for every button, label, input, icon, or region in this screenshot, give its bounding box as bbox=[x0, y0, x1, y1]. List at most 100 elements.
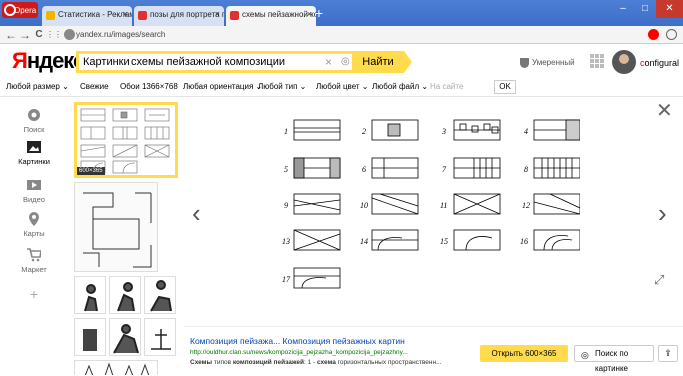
yandex-logo[interactable]: Яндекс bbox=[12, 48, 85, 73]
desc-text: : 1 - bbox=[303, 359, 317, 366]
speed-dial-button[interactable]: ⋮⋮ bbox=[46, 27, 62, 43]
thumbnail-figure-3[interactable] bbox=[144, 276, 176, 314]
thumbnail-hands[interactable] bbox=[74, 182, 158, 272]
maximize-button[interactable]: □ bbox=[634, 0, 656, 18]
search-icon bbox=[28, 109, 40, 121]
filter-fresh[interactable]: Свежие bbox=[80, 82, 109, 91]
camera-search-icon[interactable]: ◎ bbox=[341, 55, 350, 69]
site-filter-input[interactable]: На сайте bbox=[430, 82, 463, 91]
nav-label: Маркет bbox=[21, 265, 47, 274]
filter-color[interactable]: Любой цвет ⌄ bbox=[316, 82, 369, 91]
thumbnail-image bbox=[83, 192, 152, 268]
thumbnail-size-label: 600×365 bbox=[77, 167, 105, 175]
site-filter-ok-button[interactable]: OK bbox=[494, 80, 516, 94]
browser-tabbar: Opera Статистика - Рекламная с...× позы … bbox=[0, 0, 683, 26]
image-icon bbox=[27, 141, 41, 153]
source-description: Схемы типов композиций пейзажей: 1 - схе… bbox=[190, 359, 442, 366]
main-image: 1 2 3 4 5 6 7 8 9 10 11 12 13 14 15 16 1… bbox=[282, 119, 580, 289]
nav-market[interactable]: Маркет bbox=[14, 248, 54, 274]
nav-maps[interactable]: Карты bbox=[14, 212, 54, 238]
search-button-arrow bbox=[404, 51, 412, 73]
clear-search-icon[interactable]: × bbox=[325, 54, 332, 70]
diagram-number: 4 bbox=[524, 127, 528, 136]
opera-menu-button[interactable]: Opera bbox=[2, 2, 38, 18]
fullscreen-icon[interactable]: ⤢ bbox=[654, 272, 664, 288]
thumbnail-figure-2[interactable] bbox=[109, 276, 141, 314]
tab-label: Статистика - Рекламная с... bbox=[58, 10, 132, 19]
open-image-button[interactable]: Открыть 600×365 bbox=[480, 345, 568, 362]
reload-button[interactable]: C bbox=[32, 27, 46, 43]
source-url-link[interactable]: http://ouldhur.clan.su/news/kompozicija_… bbox=[190, 349, 408, 356]
diagram-number: 13 bbox=[282, 237, 290, 246]
close-viewer-icon[interactable]: ✕ bbox=[656, 98, 673, 123]
shield-icon bbox=[520, 58, 529, 68]
diagram-number: 16 bbox=[520, 237, 528, 246]
adblock-icon[interactable] bbox=[648, 29, 659, 40]
nav-more[interactable]: + bbox=[14, 286, 54, 302]
thumbnail-figure-4[interactable] bbox=[74, 318, 106, 356]
search-by-image-button[interactable]: ◎ Поиск по картинке bbox=[574, 345, 654, 373]
services-grid-icon[interactable] bbox=[590, 54, 604, 68]
tab-close-icon[interactable]: × bbox=[215, 9, 220, 19]
nav-label: Поиск bbox=[23, 125, 45, 134]
nav-video[interactable]: Видео bbox=[14, 178, 54, 204]
search-input[interactable]: схемы пейзажной композиции bbox=[131, 55, 285, 70]
thumbnail-image bbox=[84, 284, 98, 312]
url-field[interactable]: yandex.ru/images/search bbox=[62, 28, 642, 42]
next-image-arrow-icon[interactable]: › bbox=[658, 200, 667, 226]
desc-text: горизонтальных пространственн... bbox=[335, 359, 442, 366]
back-button[interactable]: ← bbox=[4, 27, 18, 43]
thumbnail-selected[interactable]: 600×365 bbox=[74, 102, 178, 178]
desc-bold-prefix: Схемы bbox=[190, 359, 213, 366]
thumbnail-image bbox=[80, 108, 170, 174]
share-button[interactable]: ⇪ bbox=[658, 345, 678, 362]
tab-landscape-schemes[interactable]: схемы пейзажной компо...× bbox=[226, 6, 316, 26]
search-by-image-label: Поиск по картинке bbox=[595, 349, 629, 373]
thumbnail-figure-6[interactable] bbox=[144, 318, 176, 356]
thumbnail-crowd[interactable] bbox=[74, 360, 158, 375]
filter-type[interactable]: Любой тип ⌄ bbox=[258, 82, 306, 91]
plus-icon: + bbox=[29, 286, 39, 302]
nav-search[interactable]: Поиск bbox=[14, 108, 54, 134]
source-title-link[interactable]: Композиция пейзажа... Композиция пейзажн… bbox=[190, 336, 405, 346]
diagram-number: 14 bbox=[360, 237, 368, 246]
tab-close-icon[interactable]: × bbox=[123, 9, 128, 19]
diagram-number: 12 bbox=[522, 201, 530, 210]
thumbnail-image bbox=[151, 329, 171, 350]
filter-file[interactable]: Любой файл ⌄ bbox=[372, 82, 428, 91]
close-window-button[interactable]: ✕ bbox=[656, 0, 683, 18]
thumbnail-image bbox=[84, 362, 150, 375]
diagram-number: 8 bbox=[524, 165, 528, 174]
image-viewer: ✕ ‹ › ⤢ 1 2 3 4 5 6 7 8 9 10 11 12 13 14… bbox=[184, 98, 683, 375]
camera-icon: ◎ bbox=[581, 350, 589, 360]
share-icon: ⇪ bbox=[664, 348, 672, 358]
thumbnail-figure-1[interactable] bbox=[74, 276, 106, 314]
username-link[interactable]: configural bbox=[640, 58, 679, 68]
filter-orientation[interactable]: Любая ориентация ⌄ bbox=[183, 82, 262, 91]
nav-images[interactable]: Картинки bbox=[14, 140, 54, 166]
search-box[interactable]: Картинки схемы пейзажной композиции × ◎ bbox=[76, 51, 396, 73]
tab-favicon-icon bbox=[138, 11, 147, 20]
tab-statistics[interactable]: Статистика - Рекламная с...× bbox=[42, 6, 132, 26]
new-tab-button[interactable]: + bbox=[310, 6, 328, 22]
forward-button[interactable]: → bbox=[18, 27, 32, 43]
logo-first-letter: Я bbox=[12, 48, 28, 73]
filter-wallpaper[interactable]: Обои 1366×768 bbox=[120, 82, 178, 91]
image-caption-panel: Композиция пейзажа... Композиция пейзажн… bbox=[184, 326, 683, 375]
extension-icon[interactable] bbox=[666, 29, 677, 40]
search-button[interactable]: Найти bbox=[352, 51, 404, 73]
avatar[interactable] bbox=[612, 50, 636, 74]
diagram-number: 9 bbox=[284, 201, 288, 210]
search-service-crumb[interactable]: Картинки bbox=[83, 55, 130, 70]
tab-portrait-poses[interactable]: позы для портрета по пл...× bbox=[134, 6, 224, 26]
tab-label: схемы пейзажной компо... bbox=[242, 10, 316, 19]
thumbnail-figure-5[interactable] bbox=[109, 318, 141, 356]
safe-search-toggle[interactable]: Умеренный bbox=[520, 58, 575, 68]
previous-image-arrow-icon[interactable]: ‹ bbox=[192, 200, 201, 226]
map-pin-icon bbox=[29, 212, 39, 226]
thumbnail-image bbox=[113, 324, 139, 354]
filter-size[interactable]: Любой размер ⌄ bbox=[6, 82, 69, 91]
minimize-button[interactable]: ‒ bbox=[612, 0, 634, 18]
desc-text: типов bbox=[212, 359, 233, 366]
thumbnail-strip: 600×365 bbox=[74, 100, 178, 375]
